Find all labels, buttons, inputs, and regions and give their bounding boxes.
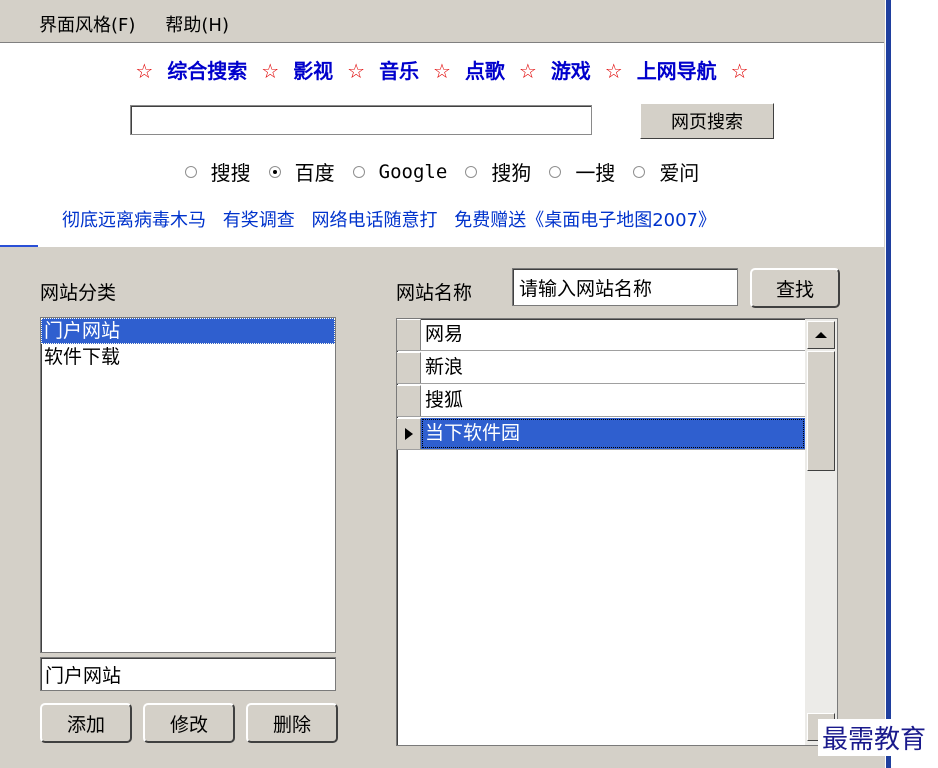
category-name-field[interactable] — [40, 657, 336, 691]
site-name-cell[interactable]: 新浪 — [421, 352, 805, 383]
menu-help[interactable]: 帮助(H) — [161, 9, 233, 39]
promo-link-map[interactable]: 免费赠送《桌面电子地图2007》 — [454, 210, 716, 231]
engine-option-iask[interactable]: 爱问 — [633, 157, 699, 186]
search-engine-options: 搜搜 百度 Google 搜狗 一搜 爱问 — [0, 157, 884, 186]
nav-link-web-guide[interactable]: 上网导航 — [637, 59, 717, 83]
star-icon: ☆ — [518, 59, 537, 83]
nav-link-song-request[interactable]: 点歌 — [465, 59, 505, 83]
engine-option-baidu[interactable]: 百度 — [268, 157, 335, 186]
scroll-up-button[interactable] — [807, 321, 835, 349]
star-icon: ☆ — [347, 59, 366, 83]
site-grid[interactable]: 网易 新浪 搜狐 当下软件园 — [396, 318, 838, 746]
row-header[interactable] — [397, 319, 421, 350]
row-header[interactable] — [397, 385, 421, 416]
web-search-input[interactable] — [130, 105, 592, 135]
row-header[interactable] — [397, 352, 421, 383]
promo-link-voip[interactable]: 网络电话随意打 — [311, 210, 437, 231]
table-row[interactable]: 网易 — [397, 319, 805, 351]
engine-label: 爱问 — [659, 161, 700, 185]
tab-indicator — [0, 245, 38, 247]
site-name-cell[interactable]: 网易 — [421, 319, 805, 350]
watermark: 最需教育 — [818, 719, 931, 756]
nav-link-music[interactable]: 音乐 — [379, 59, 419, 83]
row-header[interactable] — [397, 418, 421, 449]
engine-label: 搜搜 — [210, 161, 251, 185]
category-list[interactable]: 门户网站 软件下载 — [40, 317, 336, 653]
star-icon: ☆ — [135, 59, 154, 83]
site-name-label: 网站名称 — [396, 282, 473, 304]
engine-option-google[interactable]: Google — [352, 160, 448, 183]
engine-label: 搜狗 — [491, 161, 532, 185]
engine-label: 一搜 — [575, 161, 616, 185]
site-name-cell[interactable]: 当下软件园 — [421, 418, 805, 449]
category-label: 网站分类 — [40, 282, 117, 304]
nav-link-movies[interactable]: 影视 — [293, 59, 333, 83]
delete-button[interactable]: 删除 — [246, 703, 338, 743]
web-search-button[interactable]: 网页搜索 — [640, 103, 774, 139]
radio-checked-icon[interactable] — [268, 165, 281, 178]
promo-link-antivirus[interactable]: 彻底远离病毒木马 — [62, 210, 206, 231]
nav-link-search[interactable]: 综合搜索 — [167, 59, 247, 83]
radio-icon[interactable] — [549, 165, 562, 178]
category-item[interactable]: 门户网站 — [41, 318, 335, 344]
site-name-input[interactable] — [512, 268, 738, 306]
scroll-thumb[interactable] — [807, 351, 835, 471]
promo-link-survey[interactable]: 有奖调查 — [223, 210, 295, 231]
vertical-scrollbar[interactable] — [805, 319, 837, 745]
table-row[interactable]: 新浪 — [397, 352, 805, 384]
current-row-arrow-icon — [404, 428, 413, 440]
radio-icon[interactable] — [352, 165, 365, 178]
window-edge-strip — [885, 0, 891, 768]
table-row[interactable]: 当下软件园 — [397, 418, 805, 450]
category-item[interactable]: 软件下载 — [41, 344, 335, 370]
site-name-cell[interactable]: 搜狐 — [421, 385, 805, 416]
app-window: 界面风格(F) 帮助(H) ☆ 综合搜索 ☆ 影视 ☆ 音乐 ☆ 点歌 ☆ 游戏… — [0, 0, 885, 768]
promo-links-row: 彻底远离病毒木马 有奖调查 网络电话随意打 免费赠送《桌面电子地图2007》 — [62, 206, 727, 232]
radio-icon[interactable] — [465, 165, 478, 178]
star-icon: ☆ — [433, 59, 451, 83]
nav-links-row: ☆ 综合搜索 ☆ 影视 ☆ 音乐 ☆ 点歌 ☆ 游戏 ☆ 上网导航 ☆ — [0, 55, 884, 84]
engine-option-soso[interactable]: 搜搜 — [184, 157, 251, 186]
engine-label: Google — [378, 160, 448, 183]
table-row[interactable]: 搜狐 — [397, 385, 805, 417]
engine-label: 百度 — [294, 161, 335, 185]
menu-style[interactable]: 界面风格(F) — [35, 9, 139, 39]
star-icon: ☆ — [261, 59, 280, 83]
star-icon: ☆ — [730, 59, 749, 83]
engine-option-sogou[interactable]: 搜狗 — [465, 157, 531, 186]
menu-bar: 界面风格(F) 帮助(H) — [0, 6, 885, 42]
modify-button[interactable]: 修改 — [143, 703, 235, 743]
web-search-panel: ☆ 综合搜索 ☆ 影视 ☆ 音乐 ☆ 点歌 ☆ 游戏 ☆ 上网导航 ☆ 网页搜索… — [0, 42, 884, 247]
radio-icon[interactable] — [184, 165, 197, 178]
chevron-up-icon — [815, 332, 827, 338]
star-icon: ☆ — [604, 59, 623, 83]
radio-icon[interactable] — [633, 165, 646, 178]
add-button[interactable]: 添加 — [40, 703, 132, 743]
find-button[interactable]: 查找 — [750, 268, 840, 308]
engine-option-yisou[interactable]: 一搜 — [549, 157, 615, 186]
nav-link-games[interactable]: 游戏 — [551, 59, 591, 83]
